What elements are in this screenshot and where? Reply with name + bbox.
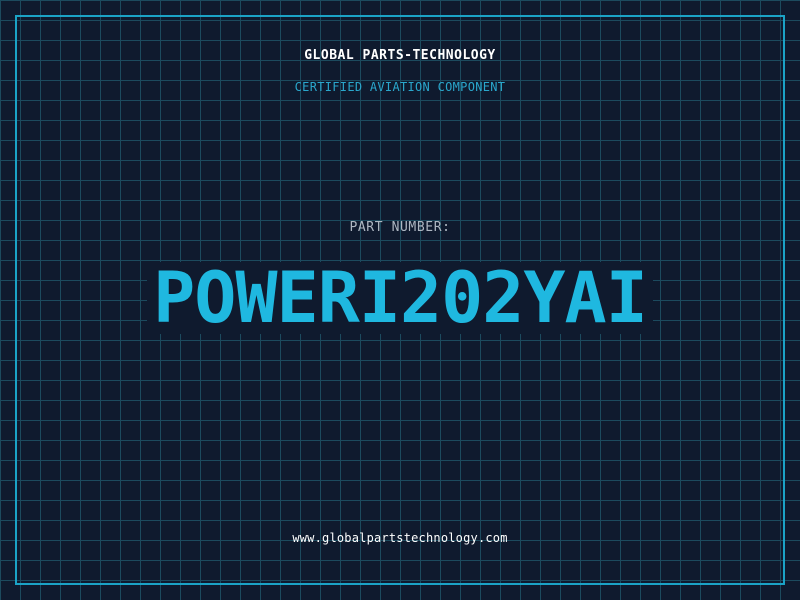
- part-number-container: POWERI202YAI: [0, 262, 800, 334]
- part-number-value: POWERI202YAI: [147, 262, 653, 334]
- part-card: GLOBAL PARTS-TECHNOLOGY CERTIFIED AVIATI…: [0, 0, 800, 600]
- part-number-label: PART NUMBER:: [349, 220, 451, 235]
- company-name: GLOBAL PARTS-TECHNOLOGY: [304, 48, 496, 63]
- website-url: www.globalpartstechnology.com: [292, 531, 508, 545]
- certification-subtitle: CERTIFIED AVIATION COMPONENT: [294, 80, 506, 94]
